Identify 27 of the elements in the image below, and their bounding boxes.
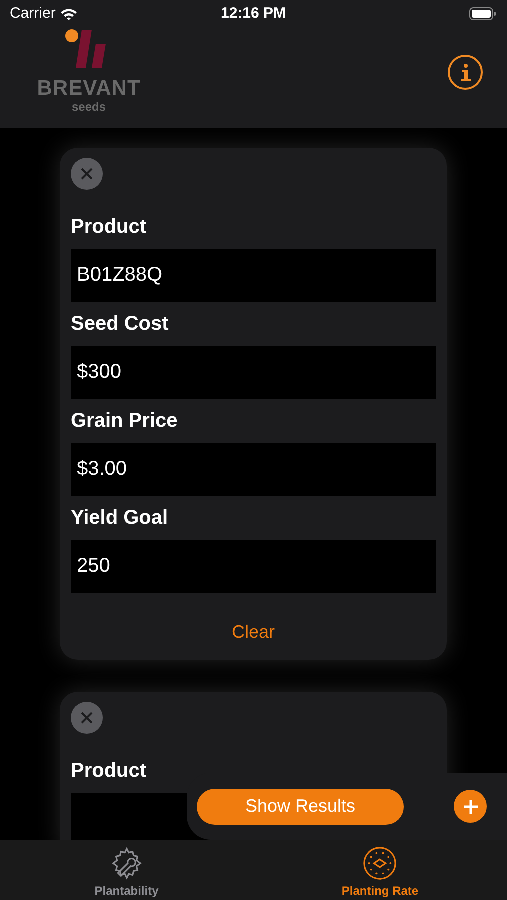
status-time: 12:16 PM: [220, 4, 286, 24]
field-label: Yield Goal: [71, 506, 170, 531]
field-label: Product: [71, 759, 148, 784]
input-field[interactable]: 250: [71, 540, 436, 593]
plus-icon: [462, 798, 478, 814]
carrier-label: Carrier: [10, 4, 56, 24]
close-icon: [81, 712, 93, 724]
info-icon: [458, 62, 472, 82]
battery-icon: [469, 7, 497, 21]
add-button[interactable]: [454, 790, 487, 823]
field-label: Grain Price: [71, 409, 179, 434]
input-field[interactable]: B01Z88Q: [71, 249, 436, 302]
input-field[interactable]: $3.00: [71, 443, 436, 496]
dial-icon: [362, 846, 398, 881]
input-field[interactable]: $300: [71, 346, 436, 399]
field-label: Product: [71, 215, 148, 240]
brand-tagline: seeds: [72, 101, 106, 113]
tab[interactable]: Planting Rate: [254, 840, 507, 900]
close-icon: [81, 168, 93, 180]
field-label: Seed Cost: [71, 312, 170, 337]
brand-name: BREVANT: [37, 78, 141, 99]
wifi-icon: [60, 8, 78, 20]
clear-button[interactable]: Clear: [232, 615, 275, 649]
remove-card-button[interactable]: [71, 702, 103, 734]
tab[interactable]: Plantability: [0, 840, 254, 900]
info-button[interactable]: [448, 55, 483, 90]
remove-card-button[interactable]: [71, 158, 103, 190]
